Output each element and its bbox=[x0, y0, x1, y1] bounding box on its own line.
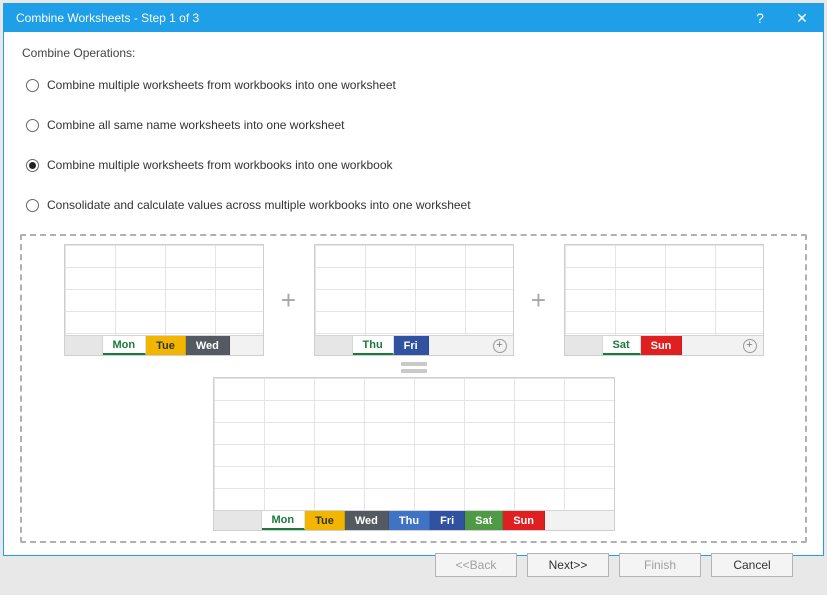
window-title: Combine Worksheets - Step 1 of 3 bbox=[16, 11, 739, 25]
tab-scroll-area bbox=[214, 511, 262, 530]
radio-icon bbox=[26, 159, 39, 172]
close-button[interactable]: ✕ bbox=[781, 4, 823, 32]
cancel-button[interactable]: Cancel bbox=[711, 553, 793, 577]
option-label: Combine multiple worksheets from workboo… bbox=[47, 158, 393, 172]
diagram-result-workbook: Mon Tue Wed Thu Fri Sat Sun bbox=[213, 377, 615, 531]
wizard-body: Combine Operations: Combine multiple wor… bbox=[4, 32, 823, 595]
tab-bar: Mon Tue Wed bbox=[65, 335, 263, 355]
next-button[interactable]: Next>> bbox=[527, 553, 609, 577]
plus-icon: + bbox=[528, 285, 550, 316]
radio-icon bbox=[26, 119, 39, 132]
tab-bar: Mon Tue Wed Thu Fri Sat Sun bbox=[214, 510, 614, 530]
tab-spacer bbox=[429, 336, 487, 355]
tab-sun: Sun bbox=[641, 336, 683, 355]
tab-scroll-area bbox=[565, 336, 603, 355]
option-combine-same-name[interactable]: Combine all same name worksheets into on… bbox=[26, 118, 807, 132]
wizard-window: Combine Worksheets - Step 1 of 3 ? ✕ Com… bbox=[3, 3, 824, 556]
finish-button: Finish bbox=[619, 553, 701, 577]
titlebar: Combine Worksheets - Step 1 of 3 ? ✕ bbox=[4, 4, 823, 32]
tab-spacer bbox=[545, 511, 613, 530]
tab-thu: Thu bbox=[389, 511, 430, 530]
diagram-frame: Mon Tue Wed + Thu Fri + bbox=[20, 234, 807, 543]
radio-icon bbox=[26, 199, 39, 212]
sheet-grid bbox=[65, 245, 263, 335]
option-combine-into-workbook[interactable]: Combine multiple worksheets from workboo… bbox=[26, 158, 807, 172]
back-button: <<Back bbox=[435, 553, 517, 577]
tab-sat: Sat bbox=[465, 511, 503, 530]
diagram-workbook-c: Sat Sun + bbox=[564, 244, 764, 356]
option-consolidate-calculate[interactable]: Consolidate and calculate values across … bbox=[26, 198, 807, 212]
diagram-workbook-a: Mon Tue Wed bbox=[64, 244, 264, 356]
tab-thu: Thu bbox=[353, 336, 394, 355]
equals-icon bbox=[401, 362, 427, 373]
diagram-workbook-b: Thu Fri + bbox=[314, 244, 514, 356]
tab-sun: Sun bbox=[503, 511, 545, 530]
tab-fri: Fri bbox=[430, 511, 465, 530]
sheet-grid bbox=[214, 378, 614, 510]
option-combine-into-worksheet[interactable]: Combine multiple worksheets from workboo… bbox=[26, 78, 807, 92]
tab-wed: Wed bbox=[186, 336, 230, 355]
tab-mon: Mon bbox=[262, 511, 306, 530]
tab-bar: Sat Sun + bbox=[565, 335, 763, 355]
tab-spacer bbox=[230, 336, 263, 355]
tab-fri: Fri bbox=[394, 336, 429, 355]
option-label: Combine multiple worksheets from workboo… bbox=[47, 78, 396, 92]
tab-mon: Mon bbox=[103, 336, 147, 355]
help-button[interactable]: ? bbox=[739, 4, 781, 32]
plus-icon: + bbox=[278, 285, 300, 316]
operations-label: Combine Operations: bbox=[20, 46, 807, 60]
radio-icon bbox=[26, 79, 39, 92]
add-sheet-icon: + bbox=[737, 336, 763, 355]
sheet-grid bbox=[565, 245, 763, 335]
tab-bar: Thu Fri + bbox=[315, 335, 513, 355]
tab-spacer bbox=[682, 336, 736, 355]
tab-wed: Wed bbox=[345, 511, 389, 530]
tab-scroll-area bbox=[65, 336, 103, 355]
tab-scroll-area bbox=[315, 336, 353, 355]
tab-tue: Tue bbox=[146, 336, 186, 355]
option-label: Combine all same name worksheets into on… bbox=[47, 118, 344, 132]
add-sheet-icon: + bbox=[487, 336, 513, 355]
diagram-top-row: Mon Tue Wed + Thu Fri + bbox=[36, 244, 791, 356]
option-label: Consolidate and calculate values across … bbox=[47, 198, 471, 212]
tab-sat: Sat bbox=[603, 336, 641, 355]
wizard-footer: <<Back Next>> Finish Cancel bbox=[20, 543, 807, 587]
tab-tue: Tue bbox=[305, 511, 345, 530]
sheet-grid bbox=[315, 245, 513, 335]
